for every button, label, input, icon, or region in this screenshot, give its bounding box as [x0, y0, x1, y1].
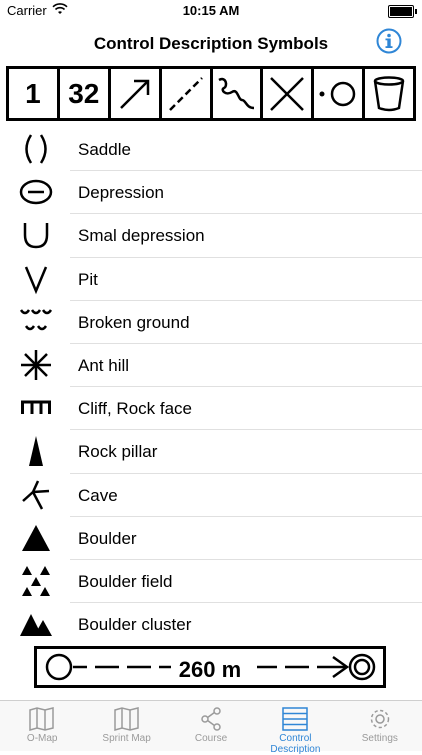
pit-icon — [24, 266, 48, 294]
arrow-icon — [111, 69, 162, 118]
dot-circle-icon — [314, 69, 366, 118]
tab-label: O-Map — [26, 733, 58, 744]
tab-bar: O-Map Sprint Map Course Control Descript… — [0, 700, 422, 755]
list-item-label: Boulder — [78, 528, 137, 548]
clock-time: 10:15 AM — [182, 3, 240, 18]
list-item[interactable]: Smal depression — [23, 214, 422, 258]
control-code-cell: 32 — [60, 69, 111, 118]
list-item-label: Pit — [78, 269, 98, 289]
list-item[interactable]: Ant hill — [21, 344, 422, 388]
list-item[interactable]: Depression — [19, 171, 422, 215]
list-item[interactable]: Boulder field — [22, 560, 422, 604]
tab-control-description[interactable]: Control Description — [253, 701, 337, 755]
course-distance-text: 260 m — [178, 657, 242, 682]
info-icon — [376, 28, 402, 54]
broken-ground-icon — [19, 309, 53, 330]
depression-icon — [19, 179, 53, 205]
boulder-field-icon — [22, 565, 50, 596]
list-item-label: Cliff, Rock face — [78, 399, 193, 419]
tab-settings[interactable]: Settings — [338, 701, 422, 751]
list-item[interactable]: Boulder cluster — [20, 603, 422, 638]
cave-icon — [22, 479, 50, 510]
list-item-label: Smal depression — [78, 226, 205, 246]
list-item[interactable]: Pit — [24, 258, 422, 301]
description-header-strip: 1 32 — [6, 66, 416, 121]
course-distance-bar: 260 m — [34, 646, 386, 688]
list-item-label: Broken ground — [78, 312, 190, 332]
list-item[interactable]: Cave — [22, 474, 422, 517]
boulder-icon — [22, 524, 50, 551]
info-button[interactable] — [376, 28, 402, 54]
status-bar: Carrier 10:15 AM — [0, 0, 422, 22]
list-item[interactable]: Cliff, Rock face — [21, 387, 422, 431]
map-icon — [29, 707, 54, 731]
list-item[interactable]: Saddle — [25, 128, 422, 172]
navigation-bar: Control Description Symbols — [0, 22, 422, 64]
share-icon — [201, 707, 221, 731]
tab-course[interactable]: Course — [169, 701, 253, 751]
tab-o-map[interactable]: O-Map — [0, 701, 84, 751]
list-item-label: Saddle — [78, 140, 131, 159]
page-title: Control Description Symbols — [93, 34, 329, 53]
list-item-label: Rock pillar — [78, 442, 158, 462]
tab-label: Sprint Map — [102, 733, 151, 744]
tab-label: Control Description — [270, 733, 321, 755]
ant-hill-icon — [21, 349, 51, 380]
list-item-label: Boulder cluster — [78, 615, 192, 635]
list-icon — [282, 707, 309, 731]
rock-pillar-icon — [29, 436, 43, 467]
saddle-icon — [25, 134, 47, 164]
dashed-line-icon — [162, 69, 213, 118]
map-icon — [113, 707, 139, 731]
list-item[interactable]: Rock pillar — [29, 430, 422, 474]
tab-label: Course — [194, 733, 228, 744]
list-item-label: Depression — [78, 183, 164, 203]
list-item[interactable]: Broken ground — [19, 301, 422, 344]
symbol-list[interactable]: Saddle Depression Smal depression Pit Br… — [0, 128, 422, 638]
small-depression-icon — [23, 223, 49, 249]
list-item-label: Boulder field — [78, 571, 173, 591]
list-item-label: Cave — [78, 485, 118, 505]
wavy-line-icon — [213, 69, 264, 118]
tab-sprint-map[interactable]: Sprint Map — [84, 701, 168, 751]
battery-icon — [388, 5, 417, 18]
drink-cup-icon — [365, 69, 413, 118]
control-number-cell: 1 — [9, 69, 60, 118]
list-item-label: Ant hill — [78, 355, 130, 375]
boulder-cluster-icon — [20, 614, 52, 637]
cliff-icon — [21, 400, 51, 415]
tab-label: Settings — [361, 733, 398, 744]
cross-icon — [263, 69, 315, 118]
list-item[interactable]: Boulder — [22, 517, 422, 560]
gear-icon — [370, 709, 390, 729]
